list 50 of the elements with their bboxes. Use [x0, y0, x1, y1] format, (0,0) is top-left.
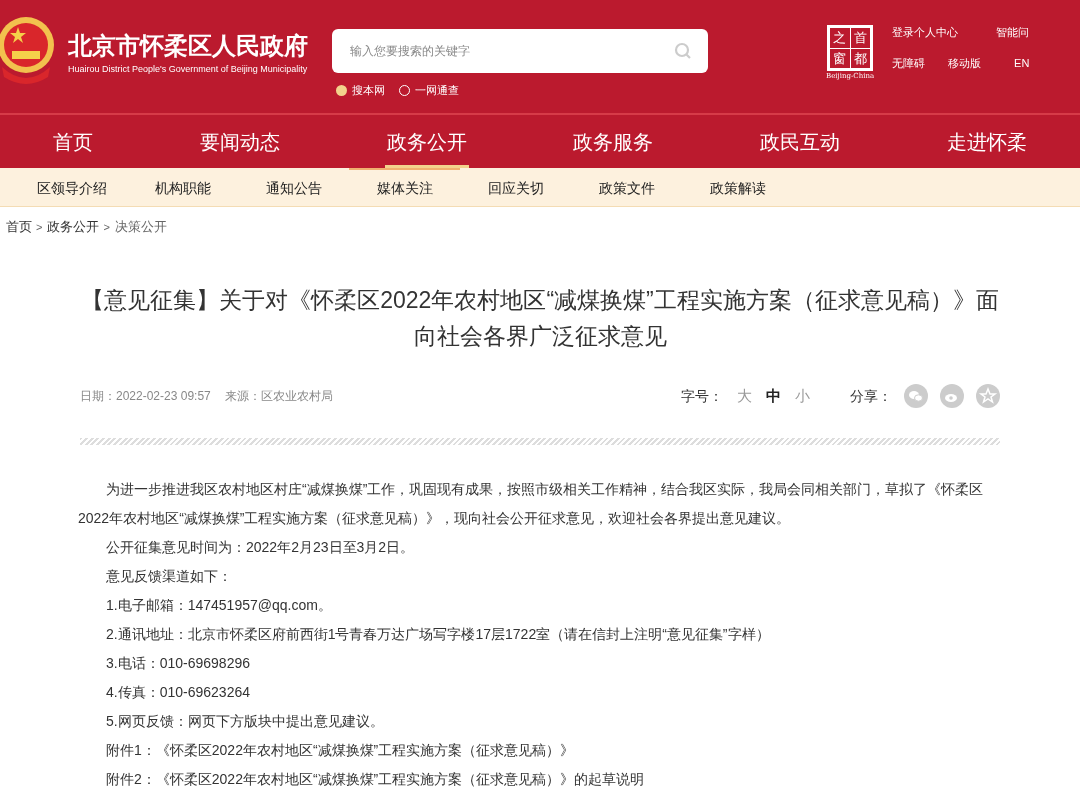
sub-nav-tab[interactable]: 媒体关注	[349, 168, 460, 206]
nav-tab[interactable]: 政务服务	[571, 115, 656, 168]
article-paragraph: 意见反馈渠道如下：	[105, 567, 233, 586]
breadcrumb-link[interactable]: 首页	[6, 217, 32, 237]
scope-label[interactable]: 一网通查	[415, 81, 459, 99]
header-link[interactable]: 智能问	[996, 24, 1030, 41]
site-subtitle: Huairou District People's Government of Beijing Municipality	[68, 62, 308, 75]
scope-label[interactable]: 搜本网	[352, 81, 385, 99]
article-paragraph: 3.电话：010-69698296	[105, 654, 251, 673]
nav-tab[interactable]: 首页	[51, 115, 96, 168]
header-link[interactable]: 无障碍	[892, 54, 949, 71]
font-size-label: 字号：	[681, 386, 723, 406]
article-date: 日期：2022-02-23 09:57	[80, 388, 211, 405]
article-title: 【意见征集】关于对《怀柔区2022年农村地区“减煤换煤”工程实施方案（征求意见稿）》面向社会各界广泛征求意见	[80, 286, 1000, 351]
radio-button[interactable]	[336, 84, 347, 96]
article-paragraph: 附件2：《怀柔区2022年农村地区“减煤换煤”工程实施方案（征求意见稿）》的起草说明	[105, 770, 646, 789]
breadcrumb-separator: >	[36, 219, 43, 235]
article-paragraph: 5.网页反馈：网页下方版块中提出意见建议。	[105, 712, 385, 731]
header-link[interactable]: 登录个人中心	[892, 24, 997, 41]
header-link[interactable]: EN	[1014, 54, 1030, 71]
article-paragraph: 附件1：《怀柔区2022年农村地区“减煤换煤”工程实施方案（征求意见稿）》	[105, 741, 576, 760]
article-paragraph: 2.通讯地址：北京市怀柔区府前西街1号青春万达广场写字楼17层1722室（请在信封上注明“意见征集”字样）	[105, 625, 771, 644]
partner-logo[interactable]: 之 首 窗 都	[827, 25, 874, 72]
nav-tab[interactable]: 政民互动	[757, 115, 842, 168]
font-size-option[interactable]: 中	[766, 384, 781, 408]
article-paragraph: 为进一步推进我区农村地区村庄“减煤换煤”工作，巩固现有成果，按照市级相关工作精神，结合我区实际，我局会同相关部门，草拟了《怀柔区2022年农村地区“减煤换煤”工程实施方案（征求意见稿）》，现向社会公开征求意见，欢迎社会各界提出意见建议。	[78, 480, 985, 528]
breadcrumb-separator: >	[103, 219, 110, 235]
sub-nav-tab[interactable]: 通知公告	[238, 168, 349, 206]
sub-nav-tab[interactable]: 机构职能	[127, 168, 238, 206]
search-field[interactable]: 输入您要搜索的关键字	[332, 28, 708, 73]
header-link[interactable]: 移动版	[948, 54, 1015, 71]
breadcrumb-link[interactable]: 政务公开	[47, 217, 100, 237]
logo-character: 窗	[830, 48, 850, 69]
sub-nav-tab[interactable]: 区领导介绍	[16, 168, 127, 206]
search-icon[interactable]	[674, 41, 692, 60]
logo-character: 之	[830, 28, 850, 48]
article-paragraph: 4.传真：010-69623264	[105, 683, 251, 702]
logo-character: 首	[850, 28, 871, 48]
article-paragraph: 1.电子邮箱：147451957@qq.com。	[105, 596, 333, 615]
article-source: 来源：区农业农村局	[224, 388, 333, 405]
logo-character: 都	[850, 48, 871, 69]
share-label: 分享：	[850, 386, 892, 406]
nav-tab[interactable]: 要闻动态	[198, 115, 282, 168]
article-paragraph: 公开征集意见时间为：2022年2月23日至3月2日。	[105, 538, 416, 557]
site-title: 北京市怀柔区人民政府	[68, 30, 308, 61]
nav-tab[interactable]: 走进怀柔	[944, 115, 1029, 168]
sub-nav-tab[interactable]: 回应关切	[460, 168, 571, 206]
chat-bubble-icon[interactable]	[904, 384, 928, 408]
sub-nav-tab[interactable]: 政策解读	[682, 168, 793, 206]
sub-nav-tab[interactable]: 政策文件	[571, 168, 682, 206]
